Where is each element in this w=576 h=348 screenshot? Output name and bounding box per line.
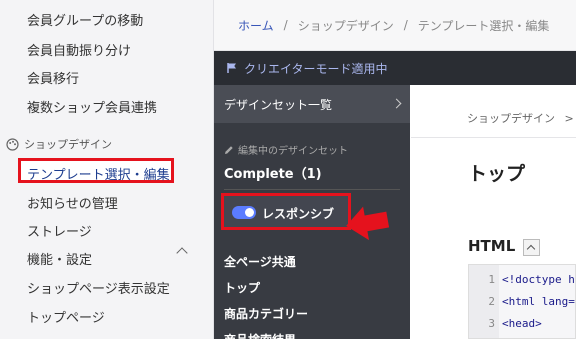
sidebar-item-label: テンプレート選択・編集: [27, 168, 170, 183]
content-crumb-separator: >: [564, 112, 574, 125]
content-crumb-shop-design[interactable]: ショップデザイン: [467, 112, 555, 125]
page-nav-all-pages[interactable]: 全ページ共通: [224, 253, 296, 270]
sidebar-item-storage[interactable]: ストレージ: [27, 221, 92, 240]
breadcrumb-separator: /: [403, 18, 408, 32]
chevron-up-icon[interactable]: [176, 247, 188, 259]
responsive-toggle[interactable]: [232, 206, 256, 219]
breadcrumb-home[interactable]: ホーム: [238, 17, 274, 34]
content-breadcrumb: ショップデザイン >: [467, 110, 574, 126]
code-line: <!doctype h: [502, 273, 575, 286]
sidebar-item-member-migration[interactable]: 会員移行: [27, 68, 79, 87]
code-line: <html lang=: [502, 295, 575, 308]
editing-set-label: 編集中のデザインセット: [224, 142, 348, 157]
admin-sidebar: 会員グループの移動 会員自動振り分け 会員移行 複数ショップ会員連携 ショップデ…: [0, 0, 214, 339]
sidebar-item-member-group-move[interactable]: 会員グループの移動: [27, 10, 143, 29]
pencil-icon: [225, 145, 233, 154]
creator-mode-bar: クリエイターモード適用中: [214, 51, 576, 85]
page-nav-product-category[interactable]: 商品カテゴリー: [224, 305, 308, 322]
sidebar-item-multi-shop-member[interactable]: 複数ショップ会員連携: [27, 97, 157, 116]
sidebar-item-news[interactable]: お知らせの管理: [27, 193, 118, 212]
sidebar-item-template-edit[interactable]: テンプレート選択・編集: [18, 158, 174, 183]
design-set-list-link[interactable]: デザインセット一覧: [214, 85, 410, 123]
divider: [411, 137, 576, 138]
line-number: 1: [488, 273, 495, 286]
code-line: <head>: [502, 317, 542, 330]
palette-icon: [6, 137, 19, 151]
page-nav-top[interactable]: トップ: [224, 279, 260, 296]
sidebar-item-member-auto-assign[interactable]: 会員自動振り分け: [27, 40, 131, 59]
sidebar-item-shop-page-display[interactable]: ショップページ表示設定: [27, 278, 170, 297]
responsive-label: レスポンシブ: [262, 207, 335, 221]
page-title: トップ: [468, 163, 526, 185]
breadcrumb-shop-design[interactable]: ショップデザイン: [298, 17, 394, 34]
divider: [224, 189, 400, 190]
flag-icon: [227, 63, 236, 73]
breadcrumb-current: テンプレート選択・編集: [417, 18, 550, 33]
sidebar-section-shop-design: ショップデザイン: [6, 136, 112, 152]
html-section-title: HTML: [468, 237, 516, 255]
page-nav-search-results[interactable]: 商品検索結果: [224, 331, 296, 348]
html-code-editor[interactable]: 1 <!doctype h 2 <html lang= 3 <head>: [468, 264, 576, 339]
breadcrumb-separator: /: [283, 18, 288, 32]
section-label: ショップデザイン: [24, 138, 112, 151]
creator-mode-label: クリエイターモード適用中: [244, 61, 388, 76]
sidebar-item-top-page[interactable]: トップページ: [27, 307, 105, 326]
line-number: 3: [488, 317, 495, 330]
responsive-toggle-highlight: レスポンシブ: [221, 193, 351, 230]
breadcrumb: ホーム / ショップデザイン / テンプレート選択・編集: [214, 0, 576, 51]
design-set-list-label: デザインセット一覧: [224, 97, 333, 112]
editing-set-label-text: 編集中のデザインセット: [238, 146, 348, 157]
sidebar-item-features-settings[interactable]: 機能・設定: [27, 249, 92, 268]
collapse-button[interactable]: [523, 239, 540, 256]
annotation-arrow-icon: [346, 206, 390, 241]
chevron-right-icon: [391, 98, 402, 109]
line-number: 2: [488, 295, 495, 308]
current-design-set: Complete（1): [224, 167, 322, 182]
